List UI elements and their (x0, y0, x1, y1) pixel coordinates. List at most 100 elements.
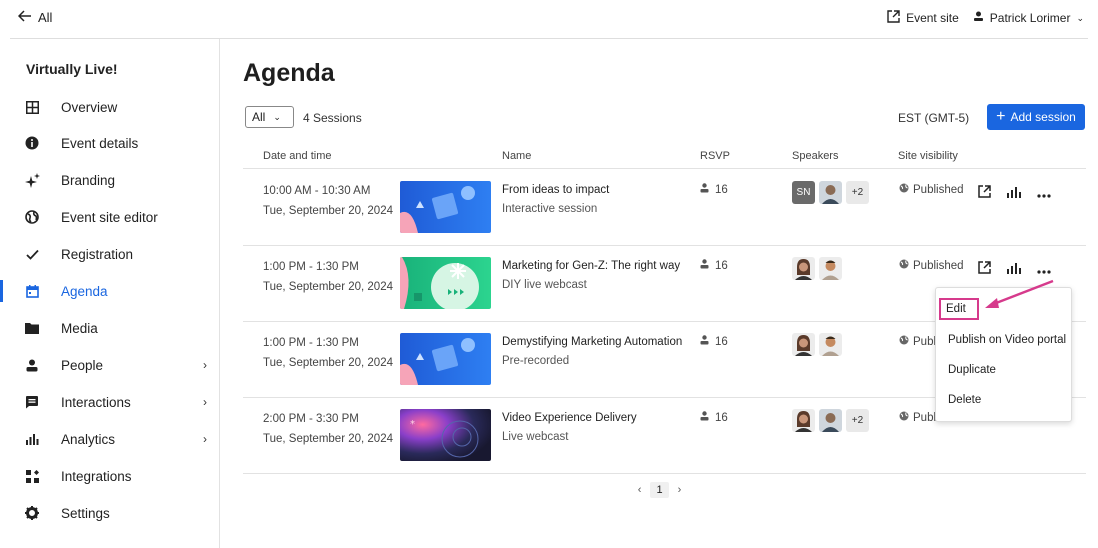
session-name[interactable]: Video Experience Delivery (502, 409, 637, 428)
sidebar-item-label: Event site editor (61, 209, 158, 225)
add-session-button[interactable]: + Add session (987, 104, 1085, 130)
avatar (792, 409, 815, 432)
page-title: Agenda (243, 59, 335, 87)
pagination: ‹ 1 › (221, 482, 1098, 498)
active-indicator (0, 280, 3, 302)
page-number[interactable]: 1 (650, 482, 669, 498)
person-icon (24, 357, 40, 373)
avatar-more-count: +2 (846, 409, 869, 432)
globe-icon (899, 259, 909, 272)
external-link-icon[interactable] (978, 185, 991, 203)
sidebar-item-branding[interactable]: Branding (0, 162, 219, 198)
avatar: SN (792, 181, 815, 204)
menu-item-publish-video-portal[interactable]: Publish on Video portal (948, 334, 1066, 346)
session-datetime: 2:00 PM - 3:30 PM Tue, September 20, 202… (263, 409, 393, 449)
sidebar-item-label: Registration (61, 246, 134, 262)
visibility-label: Published (913, 259, 964, 272)
top-bar: All Event site Patrick Lorimer ⌄ (0, 0, 1098, 38)
session-thumbnail (400, 181, 491, 233)
sidebar-item-label: Branding (61, 172, 116, 188)
avatar (792, 333, 815, 356)
sidebar-item-label: Overview (61, 99, 118, 115)
menu-item-duplicate[interactable]: Duplicate (948, 364, 996, 376)
visibility-status: Published (899, 259, 964, 272)
globe-icon (899, 411, 909, 424)
gear-icon (24, 505, 40, 521)
grid-icon (24, 99, 40, 115)
analytics-icon[interactable] (1007, 185, 1021, 203)
user-name: Patrick Lorimer (989, 11, 1071, 25)
session-time: 1:00 PM - 1:30 PM (263, 337, 359, 349)
chevron-right-icon[interactable]: › (678, 484, 682, 496)
svg-text:*: * (410, 419, 415, 430)
chevron-down-icon: ⌄ (1076, 12, 1084, 23)
session-name-cell: Video Experience Delivery Live webcast (502, 409, 637, 447)
info-icon (24, 135, 40, 151)
session-filter-select[interactable]: All ⌄ (245, 106, 294, 128)
plus-icon: + (996, 108, 1006, 125)
main-content: Agenda All ⌄ 4 Sessions EST (GMT-5) + Ad… (221, 39, 1098, 548)
sidebar-item-integrations[interactable]: Integrations (0, 458, 219, 494)
rsvp-count: 16 (700, 411, 728, 424)
sidebar-item-interactions[interactable]: Interactions › (0, 384, 219, 420)
rsvp-value: 16 (715, 411, 728, 424)
globe-icon (899, 335, 909, 348)
external-link-icon (887, 10, 900, 26)
sidebar-item-event-site-editor[interactable]: Event site editor (0, 199, 219, 235)
session-date: Tue, September 20, 2024 (263, 433, 393, 445)
sidebar-item-media[interactable]: Media (0, 310, 219, 346)
chevron-left-icon[interactable]: ‹ (638, 484, 642, 496)
sidebar-item-label: Analytics (61, 431, 116, 447)
table-row[interactable]: 10:00 AM - 10:30 AM Tue, September 20, 2… (243, 170, 1086, 246)
more-options-icon[interactable] (1037, 185, 1051, 203)
session-name-cell: Demystifying Marketing Automation Pre-re… (502, 333, 682, 371)
column-header: Site visibility (898, 150, 958, 162)
avatar (819, 257, 842, 280)
event-site-link[interactable]: Event site (887, 10, 959, 26)
session-date: Tue, September 20, 2024 (263, 281, 393, 293)
session-name[interactable]: Demystifying Marketing Automation (502, 333, 682, 352)
globe-icon (24, 209, 40, 225)
session-date: Tue, September 20, 2024 (263, 205, 393, 217)
session-name[interactable]: Marketing for Gen-Z: The right way (502, 257, 680, 276)
sidebar-item-overview[interactable]: Overview (0, 89, 219, 125)
sidebar-item-agenda[interactable]: Agenda (0, 273, 219, 309)
timezone-label: EST (GMT-5) (898, 111, 970, 125)
session-name[interactable]: From ideas to impact (502, 181, 609, 200)
session-time: 2:00 PM - 3:30 PM (263, 413, 359, 425)
sidebar-item-registration[interactable]: Registration (0, 236, 219, 272)
menu-item-delete[interactable]: Delete (948, 394, 981, 406)
calendar-icon (24, 283, 40, 299)
event-title: Virtually Live! (26, 61, 118, 77)
rsvp-count: 16 (700, 183, 728, 196)
speaker-avatars (792, 257, 842, 280)
session-thumbnail (400, 333, 491, 385)
person-icon (700, 335, 709, 348)
chevron-right-icon: › (203, 395, 207, 409)
sidebar-item-settings[interactable]: Settings (0, 495, 219, 531)
session-time: 1:00 PM - 1:30 PM (263, 261, 359, 273)
row-actions (978, 185, 1051, 203)
session-type: DIY live webcast (502, 279, 587, 291)
bar-chart-icon (24, 431, 40, 447)
sidebar-item-event-details[interactable]: Event details (0, 125, 219, 161)
back-link[interactable]: All (17, 10, 53, 25)
session-thumbnail (400, 257, 491, 309)
sidebar-item-analytics[interactable]: Analytics › (0, 421, 219, 457)
chevron-right-icon: › (203, 358, 207, 372)
rsvp-value: 16 (715, 259, 728, 272)
speaker-avatars: SN +2 (792, 181, 869, 204)
sidebar-item-label: Settings (61, 505, 110, 521)
user-menu[interactable]: Patrick Lorimer ⌄ (973, 11, 1084, 25)
session-type: Interactive session (502, 203, 598, 215)
sidebar-item-label: Event details (61, 135, 139, 151)
column-header: Speakers (792, 150, 839, 162)
back-label: All (38, 10, 53, 25)
chevron-down-icon: ⌄ (273, 111, 281, 122)
menu-item-edit[interactable]: Edit (939, 298, 979, 320)
integrations-icon (24, 468, 40, 484)
visibility-status: Published (899, 183, 964, 196)
session-name-cell: From ideas to impact Interactive session (502, 181, 609, 219)
sidebar-item-people[interactable]: People › (0, 347, 219, 383)
visibility-label: Publ (913, 335, 937, 348)
